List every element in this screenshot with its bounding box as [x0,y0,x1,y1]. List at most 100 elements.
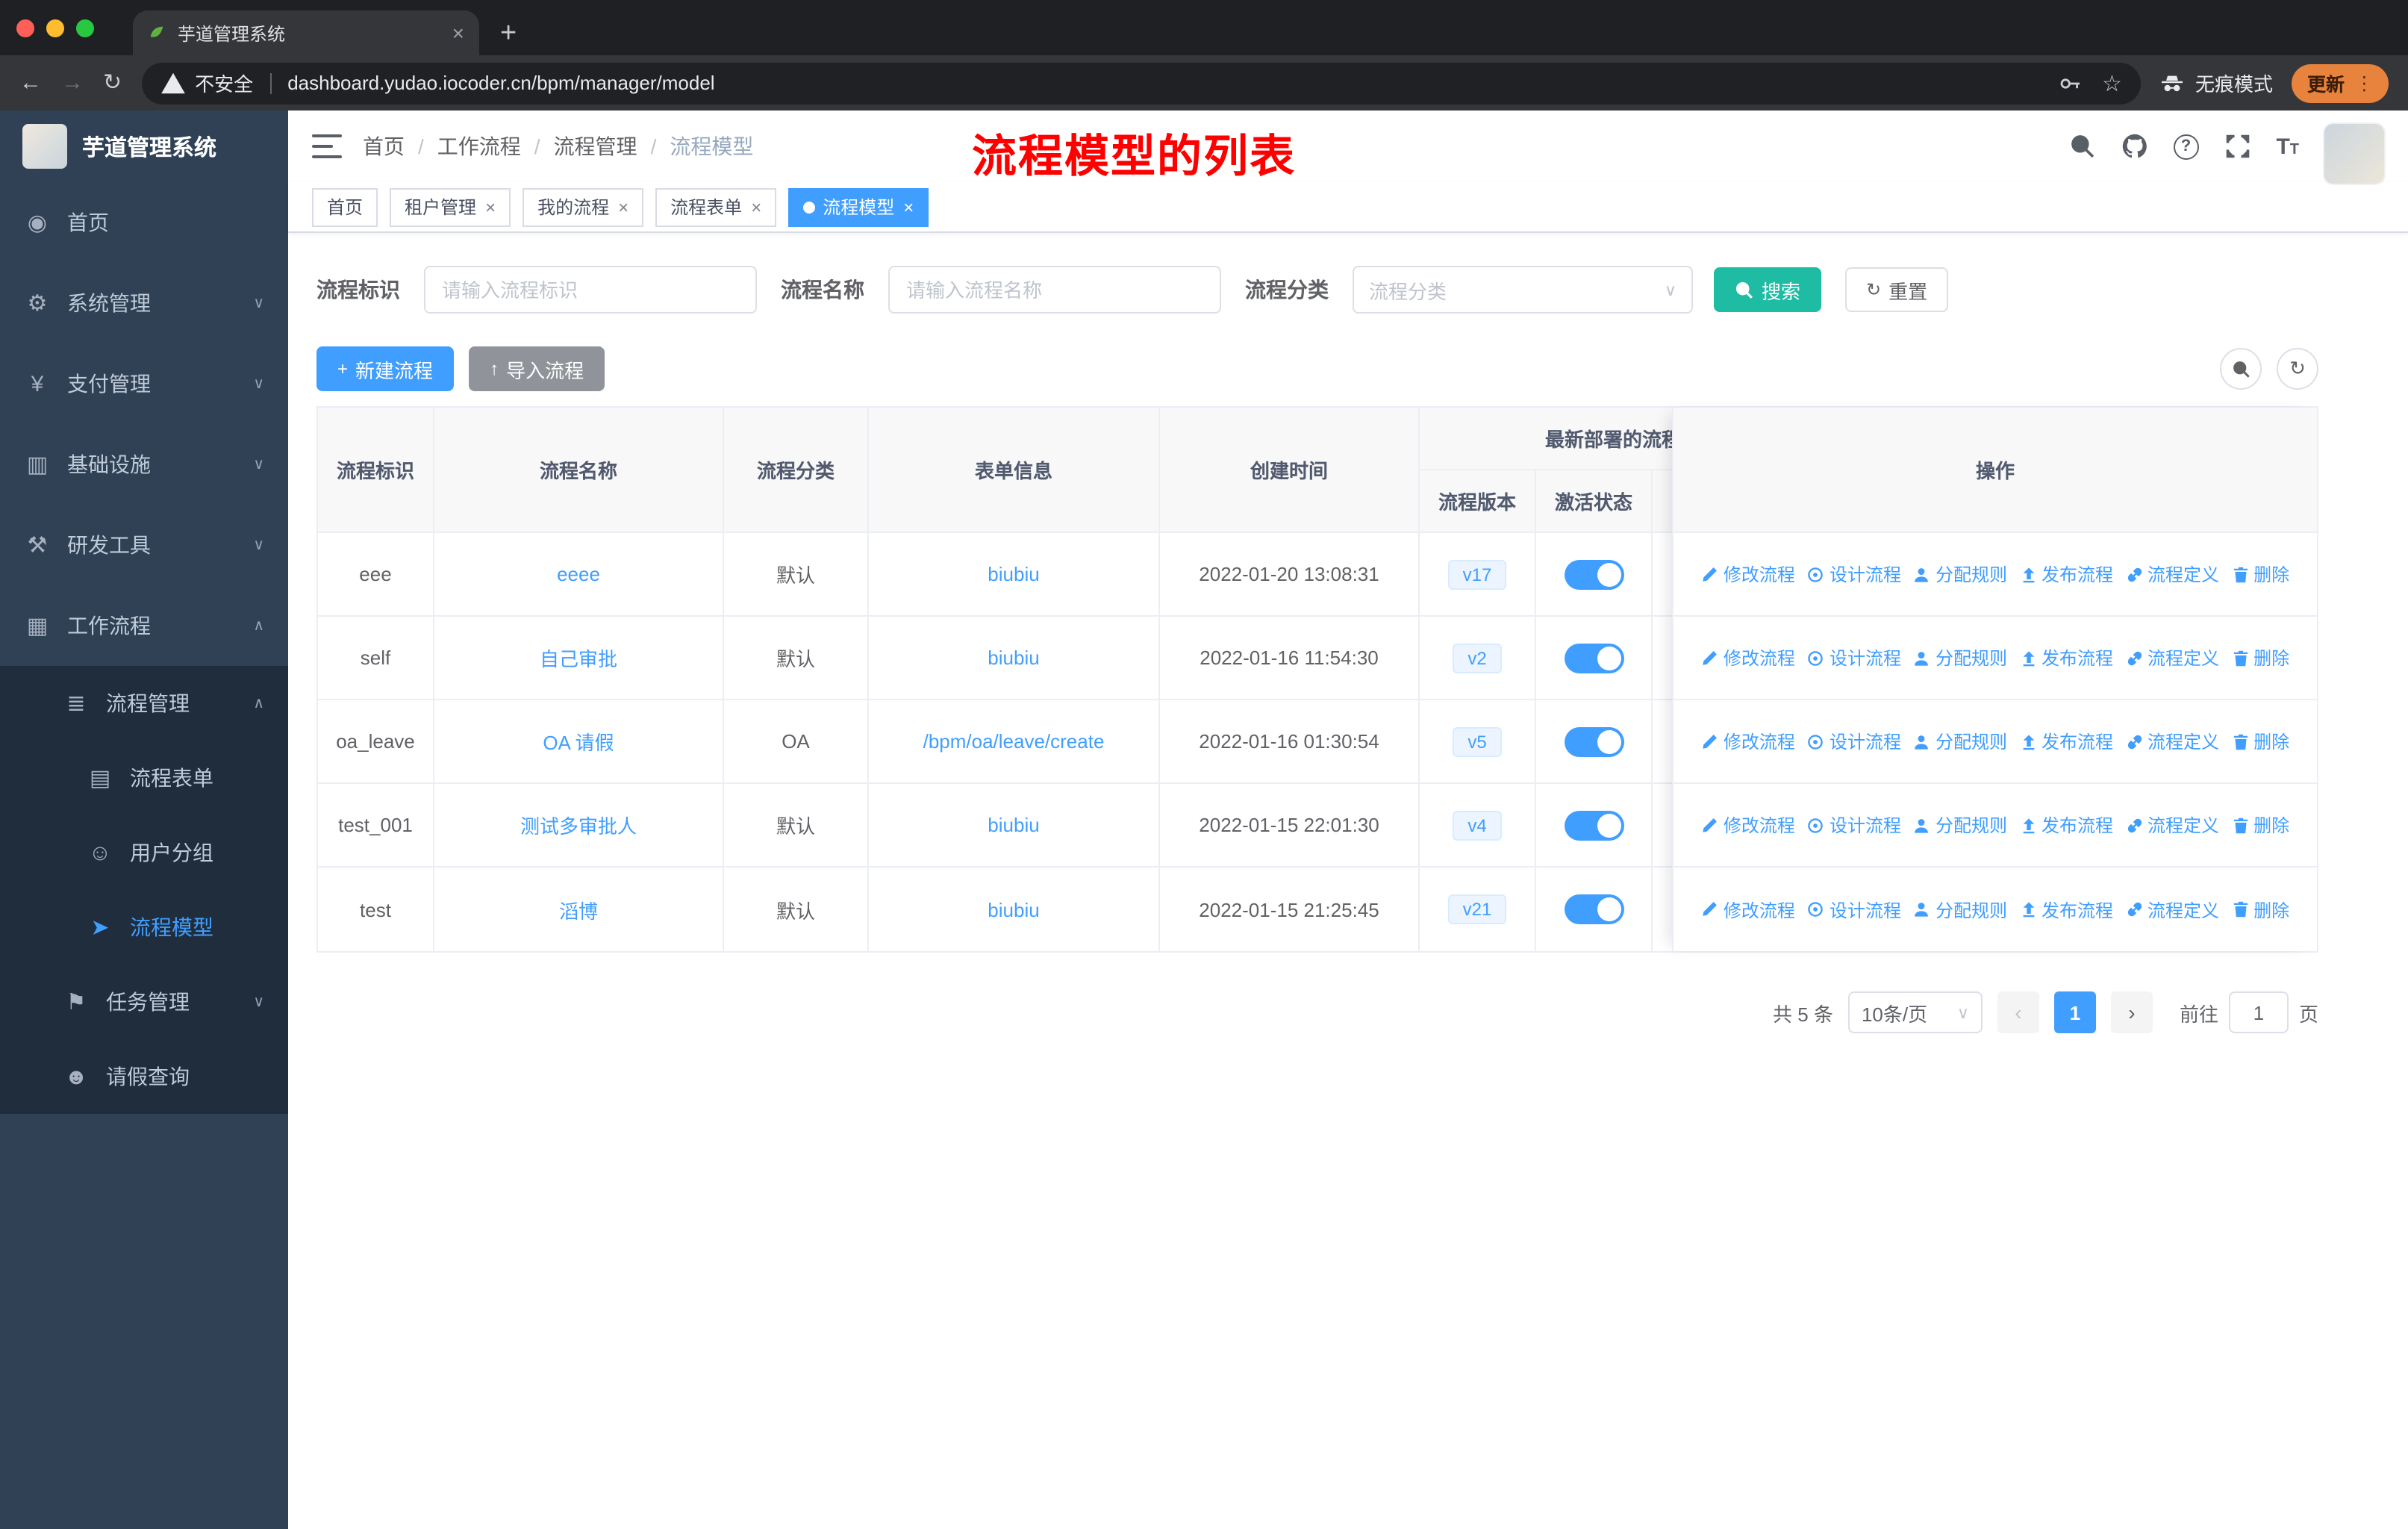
action-definition[interactable]: 流程定义 [2125,561,2219,587]
form-link[interactable]: biubiu [988,647,1039,669]
forward-button[interactable]: → [61,72,84,94]
action-definition[interactable]: 流程定义 [2125,812,2219,838]
sidebar-item-workflow[interactable]: ▦ 工作流程 ∧ [0,585,288,666]
version-tag[interactable]: v17 [1447,559,1507,589]
process-name-link[interactable]: 滔博 [559,895,598,924]
breadcrumb-item[interactable]: 首页 [363,131,405,161]
tab-close-icon[interactable]: × [452,21,464,45]
sidebar-item-leave-query[interactable]: ☻ 请假查询 [0,1039,288,1114]
import-process-button[interactable]: ↑ 导入流程 [469,346,605,391]
menu-dots-icon[interactable]: ⋮ [2355,72,2374,94]
sidebar-item-process-form[interactable]: ▤ 流程表单 [0,741,288,815]
sidebar-item-system[interactable]: ⚙ 系统管理 ∨ [0,263,288,343]
browser-tab[interactable]: 芋道管理系统 × [133,10,479,55]
active-toggle[interactable] [1564,643,1623,673]
sidebar-item-task-management[interactable]: ⚑ 任务管理 ∨ [0,965,288,1039]
sidebar-item-dev-tools[interactable]: ⚒ 研发工具 ∨ [0,505,288,585]
action-delete[interactable]: 删除 [2231,729,2289,754]
action-modify[interactable]: 修改流程 [1701,812,1795,838]
active-toggle[interactable] [1564,726,1623,756]
font-size-icon[interactable]: TT [2276,134,2299,159]
active-toggle[interactable] [1564,894,1623,924]
close-icon[interactable]: × [903,196,914,217]
close-window-button[interactable] [16,19,34,37]
tab-process-form[interactable]: 流程表单 × [655,187,777,226]
action-publish[interactable]: 发布流程 [2019,812,2113,838]
next-page-button[interactable]: › [2110,991,2153,1033]
action-assign-rule[interactable]: 分配规则 [1913,812,2007,838]
process-name-link[interactable]: OA 请假 [543,727,614,756]
search-button[interactable]: 搜索 [1714,267,1822,312]
filter-name-input[interactable] [888,266,1221,314]
breadcrumb-item[interactable]: 流程管理 [554,131,637,161]
toggle-search-button[interactable] [2220,348,2262,390]
update-button[interactable]: 更新 ⋮ [2292,63,2389,102]
active-toggle[interactable] [1564,559,1623,589]
form-link[interactable]: biubiu [988,898,1039,921]
active-toggle[interactable] [1564,810,1623,840]
help-icon[interactable]: ? [2173,134,2199,159]
action-assign-rule[interactable]: 分配规则 [1913,645,2007,670]
action-assign-rule[interactable]: 分配规则 [1913,561,2007,587]
back-button[interactable]: ← [19,72,42,94]
action-assign-rule[interactable]: 分配规则 [1913,729,2007,754]
github-icon[interactable] [2121,133,2147,160]
filter-category-select[interactable]: 流程分类 ∨ [1353,266,1693,314]
form-link[interactable]: /bpm/oa/leave/create [923,730,1105,753]
filter-id-input[interactable] [424,266,757,314]
action-delete[interactable]: 删除 [2231,561,2289,587]
sidebar-item-home[interactable]: ◉ 首页 [0,182,288,263]
tab-process-model[interactable]: 流程模型 × [788,187,929,226]
tab-my-process[interactable]: 我的流程 × [523,187,644,226]
action-design[interactable]: 设计流程 [1807,561,1901,587]
action-definition[interactable]: 流程定义 [2125,897,2219,922]
key-icon[interactable] [2059,71,2083,95]
goto-page-input[interactable] [2228,991,2289,1033]
prev-page-button[interactable]: ‹ [1997,991,2039,1033]
action-delete[interactable]: 删除 [2231,645,2289,670]
version-tag[interactable]: v2 [1453,643,1502,673]
action-design[interactable]: 设计流程 [1807,645,1901,670]
process-name-link[interactable]: eeee [557,563,600,585]
close-icon[interactable]: × [618,196,628,217]
action-publish[interactable]: 发布流程 [2019,561,2113,587]
version-tag[interactable]: v21 [1447,894,1507,924]
action-design[interactable]: 设计流程 [1807,897,1901,922]
action-delete[interactable]: 删除 [2231,897,2289,922]
action-modify[interactable]: 修改流程 [1701,645,1795,670]
reload-button[interactable]: ↻ [103,72,122,94]
action-modify[interactable]: 修改流程 [1701,897,1795,922]
sidebar-item-payment[interactable]: ¥ 支付管理 ∨ [0,343,288,424]
action-modify[interactable]: 修改流程 [1701,561,1795,587]
minimize-window-button[interactable] [46,19,64,37]
action-publish[interactable]: 发布流程 [2019,645,2113,670]
refresh-table-button[interactable]: ↻ [2277,348,2318,390]
sidebar-item-process-management[interactable]: ≣ 流程管理 ∧ [0,666,288,741]
sidebar-logo[interactable]: 芋道管理系统 [0,110,288,182]
version-tag[interactable]: v4 [1453,810,1502,840]
tab-tenant-management[interactable]: 租户管理 × [390,187,511,226]
bookmark-star-icon[interactable]: ☆ [2102,69,2122,96]
fullscreen-icon[interactable] [2224,133,2251,160]
create-process-button[interactable]: + 新建流程 [316,346,455,391]
sidebar-item-user-group[interactable]: ☺ 用户分组 [0,815,288,890]
tab-home[interactable]: 首页 [312,187,378,226]
action-design[interactable]: 设计流程 [1807,729,1901,754]
new-tab-button[interactable]: + [500,19,517,48]
address-bar[interactable]: 不安全 dashboard.yudao.iocoder.cn/bpm/manag… [141,62,2142,104]
sidebar-toggle-icon[interactable] [312,134,342,158]
process-name-link[interactable]: 测试多审批人 [520,811,637,839]
search-icon[interactable] [2068,133,2095,160]
breadcrumb-item[interactable]: 工作流程 [437,131,521,161]
zoom-window-button[interactable] [76,19,94,37]
action-definition[interactable]: 流程定义 [2125,645,2219,670]
current-page[interactable]: 1 [2053,991,2096,1033]
action-assign-rule[interactable]: 分配规则 [1913,897,2007,922]
action-publish[interactable]: 发布流程 [2019,729,2113,754]
page-size-select[interactable]: 10条/页 ∨ [1847,991,1983,1033]
process-name-link[interactable]: 自己审批 [540,644,617,672]
action-definition[interactable]: 流程定义 [2125,729,2219,754]
action-publish[interactable]: 发布流程 [2019,897,2113,922]
user-avatar[interactable] [2324,124,2384,184]
sidebar-item-infrastructure[interactable]: ▥ 基础设施 ∨ [0,424,288,505]
